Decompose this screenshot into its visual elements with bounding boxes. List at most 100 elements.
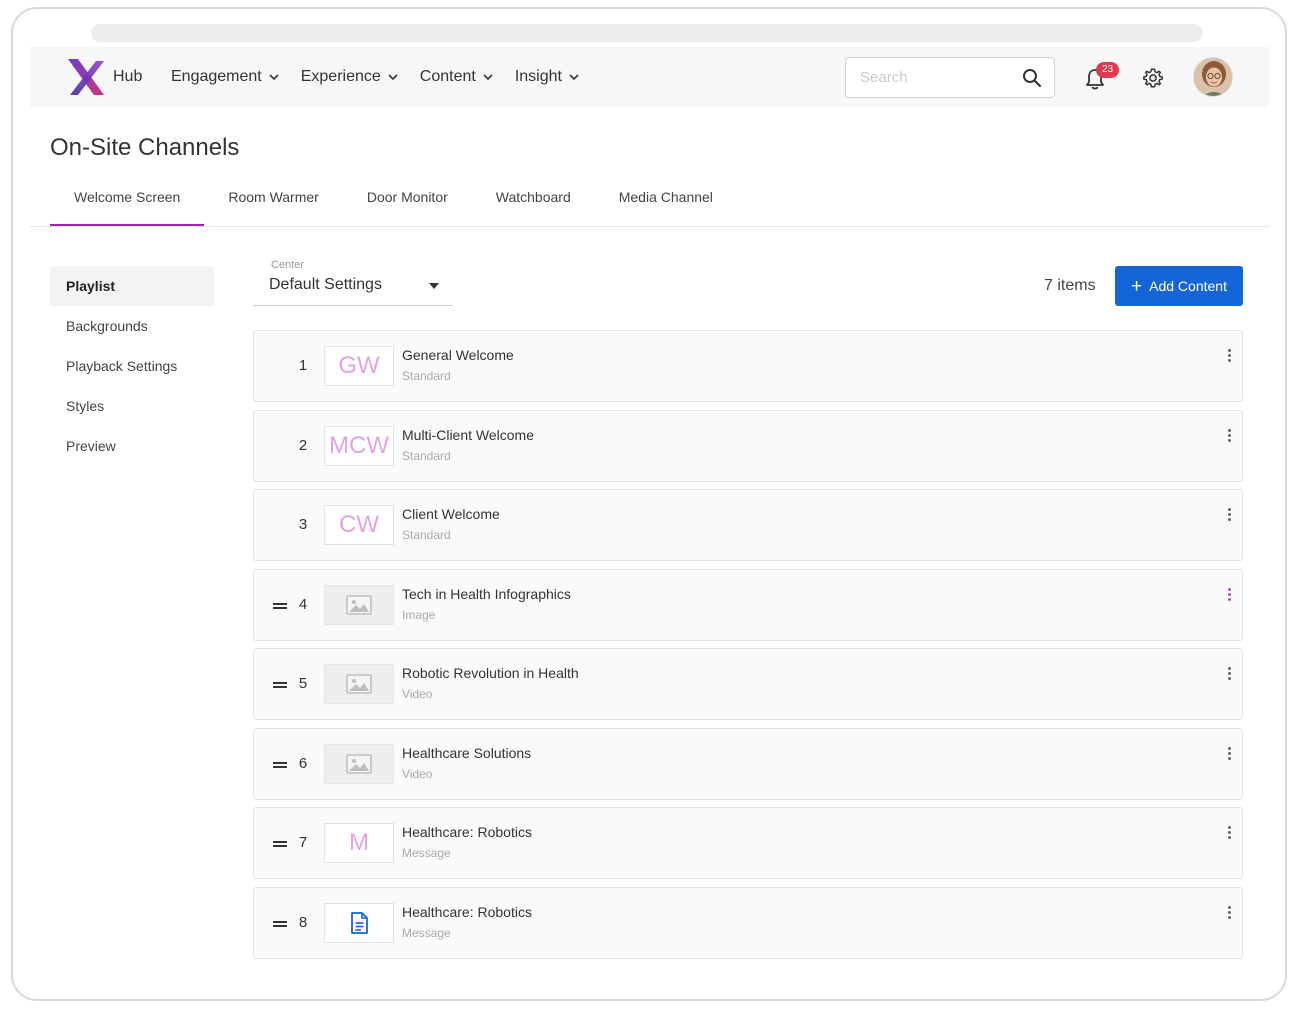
tab-room-warmer[interactable]: Room Warmer bbox=[204, 181, 343, 227]
document-icon bbox=[351, 911, 368, 934]
drag-handle-icon[interactable] bbox=[273, 761, 287, 768]
search-input[interactable] bbox=[860, 69, 1010, 86]
nav-engagement-label: Engagement bbox=[171, 68, 262, 85]
add-content-label: Add Content bbox=[1149, 278, 1227, 294]
sidebar-item-backgrounds[interactable]: Backgrounds bbox=[50, 306, 214, 346]
playlist-row-thumbnail: CW bbox=[324, 505, 394, 545]
playlist-row-number: 7 bbox=[298, 834, 308, 851]
playlist-row-title: Client Welcome bbox=[402, 506, 500, 522]
more-options-icon[interactable] bbox=[1226, 508, 1232, 524]
playlist-row[interactable]: 8 Healthcare: Robotics Message bbox=[253, 886, 1243, 959]
channel-tabs: Welcome Screen Room Warmer Door Monitor … bbox=[50, 181, 737, 227]
playlist-row[interactable]: 4 Tech in Health Infographics Image bbox=[253, 568, 1243, 641]
playlist-row-thumbnail bbox=[324, 584, 394, 625]
tab-door-monitor[interactable]: Door Monitor bbox=[343, 181, 472, 227]
playlist-row-type: Message bbox=[402, 846, 451, 860]
tab-welcome-screen[interactable]: Welcome Screen bbox=[50, 181, 205, 227]
playlist-row-title: Robotic Revolution in Health bbox=[402, 665, 579, 681]
playlist-row[interactable]: 1 GW General Welcome Standard bbox=[253, 330, 1243, 402]
playlist-row-type: Image bbox=[402, 607, 436, 622]
center-select[interactable]: Center Default Settings bbox=[253, 259, 453, 306]
more-options-icon[interactable] bbox=[1226, 905, 1232, 922]
playlist-row-title: Multi-Client Welcome bbox=[402, 426, 534, 443]
nav-experience-label: Experience bbox=[300, 68, 381, 85]
thumbnail-initials: M bbox=[349, 829, 369, 856]
playlist-row-title: Healthcare: Robotics bbox=[402, 903, 532, 920]
search-icon[interactable] bbox=[1022, 68, 1042, 88]
tab-media-channel[interactable]: Media Channel bbox=[595, 181, 737, 227]
playlist-row-thumbnail: MCW bbox=[324, 425, 394, 466]
playlist-row-title: General Welcome bbox=[402, 347, 514, 363]
more-options-icon[interactable] bbox=[1226, 349, 1232, 365]
drag-handle-icon[interactable] bbox=[273, 682, 287, 688]
chevron-down-icon bbox=[269, 74, 279, 81]
playlist-row-type: Message bbox=[402, 925, 451, 940]
nav-content[interactable]: Content bbox=[420, 68, 493, 86]
tab-watchboard[interactable]: Watchboard bbox=[472, 181, 595, 227]
playlist-list: 1 GW General Welcome Standard 2 MCW Multi-Clie… bbox=[253, 330, 1243, 966]
playlist-row[interactable]: 6 Healthcare Solutions Video bbox=[253, 727, 1243, 800]
top-navigation: Hub Engagement Experience Content Insigh… bbox=[30, 47, 1270, 107]
more-options-icon[interactable] bbox=[1226, 428, 1232, 445]
image-placeholder-icon bbox=[346, 594, 372, 615]
playlist-row-thumbnail bbox=[324, 743, 394, 784]
thumbnail-initials: CW bbox=[339, 511, 379, 538]
nav-insight-label: Insight bbox=[514, 68, 562, 85]
playlist-row-number: 3 bbox=[298, 516, 308, 533]
sidebar-item-playlist[interactable]: Playlist bbox=[50, 266, 214, 306]
image-placeholder-icon bbox=[346, 753, 372, 774]
playlist-row-thumbnail bbox=[324, 902, 394, 943]
center-select-label: Center bbox=[271, 259, 305, 271]
chevron-down-icon bbox=[569, 74, 579, 81]
browser-address-bar bbox=[91, 24, 1203, 42]
playlist-row[interactable]: 2 MCW Multi-Client Welcome Standard bbox=[253, 409, 1243, 482]
nav-engagement[interactable]: Engagement bbox=[171, 68, 279, 86]
playlist-row-title: Tech in Health Infographics bbox=[402, 585, 571, 602]
items-count: 7 items bbox=[1044, 277, 1096, 294]
chevron-down-icon bbox=[388, 74, 398, 81]
playlist-row-thumbnail: GW bbox=[324, 346, 394, 386]
add-content-button[interactable]: + Add Content bbox=[1115, 266, 1243, 306]
gear-icon[interactable] bbox=[1142, 67, 1164, 89]
playlist-row-thumbnail bbox=[324, 664, 394, 704]
notification-count-badge: 23 bbox=[1096, 62, 1119, 78]
nav-menu: Engagement Experience Content Insight bbox=[171, 68, 579, 86]
playlist-row[interactable]: 7 M Healthcare: Robotics Message bbox=[253, 807, 1243, 879]
nav-content-label: Content bbox=[419, 68, 476, 85]
chevron-down-icon bbox=[483, 74, 493, 81]
playlist-row[interactable]: 5 Robotic Revolution in Health Video bbox=[253, 648, 1243, 720]
nav-hub-link[interactable]: Hub bbox=[113, 68, 142, 86]
playlist-row[interactable]: 3 CW Client Welcome Standard bbox=[253, 489, 1243, 561]
nav-insight[interactable]: Insight bbox=[515, 68, 579, 86]
drag-handle-icon[interactable] bbox=[273, 920, 287, 927]
playlist-row-number: 5 bbox=[298, 675, 308, 692]
sidebar-item-preview[interactable]: Preview bbox=[50, 426, 214, 466]
user-avatar[interactable] bbox=[1193, 57, 1233, 97]
drag-handle-icon[interactable] bbox=[273, 841, 287, 847]
more-options-icon[interactable] bbox=[1226, 746, 1232, 763]
playlist-row-type: Video bbox=[402, 687, 433, 701]
drag-handle-icon[interactable] bbox=[273, 602, 287, 609]
center-select-value: Default Settings bbox=[269, 276, 382, 293]
sidebar: Playlist Backgrounds Playback Settings S… bbox=[50, 266, 214, 466]
playlist-row-type: Video bbox=[402, 766, 433, 781]
more-options-icon[interactable] bbox=[1226, 826, 1232, 842]
playlist-row-number: 4 bbox=[298, 595, 308, 613]
playlist-row-title: Healthcare Solutions bbox=[402, 744, 532, 761]
sidebar-item-playback-settings[interactable]: Playback Settings bbox=[50, 346, 214, 386]
playlist-row-type: Standard bbox=[402, 448, 451, 463]
brand-logo-icon[interactable] bbox=[66, 57, 106, 97]
app-window: Hub Engagement Experience Content Insigh… bbox=[11, 7, 1287, 1001]
playlist-row-title: Healthcare: Robotics bbox=[402, 824, 532, 840]
nav-experience[interactable]: Experience bbox=[301, 68, 398, 86]
playlist-row-thumbnail: M bbox=[324, 823, 394, 863]
playlist-row-number: 8 bbox=[298, 913, 308, 931]
sidebar-item-styles[interactable]: Styles bbox=[50, 386, 214, 426]
more-options-icon[interactable] bbox=[1226, 587, 1232, 604]
playlist-row-number: 2 bbox=[298, 436, 308, 454]
user-photo-icon bbox=[1194, 58, 1232, 96]
image-placeholder-icon bbox=[346, 674, 372, 694]
more-options-icon[interactable] bbox=[1226, 667, 1232, 683]
caret-down-icon bbox=[429, 283, 439, 289]
thumbnail-initials: GW bbox=[338, 352, 380, 379]
